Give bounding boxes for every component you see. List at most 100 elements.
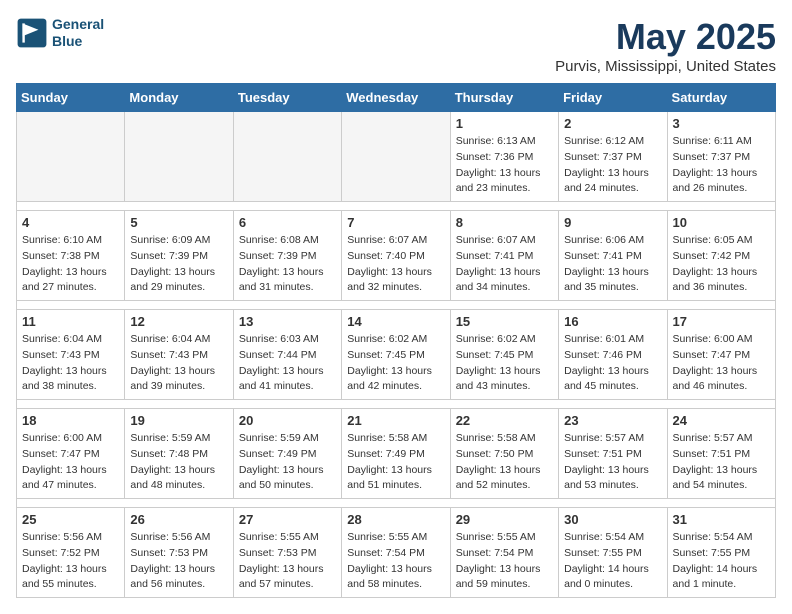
week-row-2: 4 Sunrise: 6:10 AMSunset: 7:38 PMDaylight… — [17, 211, 776, 301]
logo-text: General Blue — [52, 16, 104, 50]
day-info: Sunrise: 5:54 AMSunset: 7:55 PMDaylight:… — [564, 530, 661, 593]
day-info: Sunrise: 5:57 AMSunset: 7:51 PMDaylight:… — [673, 431, 770, 494]
day-number: 26 — [130, 512, 227, 527]
day-info: Sunrise: 5:59 AMSunset: 7:48 PMDaylight:… — [130, 431, 227, 494]
calendar-table: SundayMondayTuesdayWednesdayThursdayFrid… — [16, 83, 776, 598]
day-info: Sunrise: 6:10 AMSunset: 7:38 PMDaylight:… — [22, 233, 119, 296]
logo-line1: General — [52, 16, 104, 33]
separator-cell — [17, 400, 776, 409]
week-separator — [17, 400, 776, 409]
day-info: Sunrise: 5:57 AMSunset: 7:51 PMDaylight:… — [564, 431, 661, 494]
day-info: Sunrise: 6:12 AMSunset: 7:37 PMDaylight:… — [564, 134, 661, 197]
day-number: 31 — [673, 512, 770, 527]
logo: General Blue — [16, 16, 104, 50]
day-number: 18 — [22, 413, 119, 428]
day-number: 15 — [456, 314, 553, 329]
day-number: 23 — [564, 413, 661, 428]
day-info: Sunrise: 6:08 AMSunset: 7:39 PMDaylight:… — [239, 233, 336, 296]
calendar-cell: 12Sunrise: 6:04 AMSunset: 7:43 PMDayligh… — [125, 310, 233, 400]
week-separator — [17, 499, 776, 508]
weekday-header-thursday: Thursday — [450, 84, 558, 112]
calendar-cell: 24 Sunrise: 5:57 AMSunset: 7:51 PMDayligh… — [667, 409, 775, 499]
calendar-cell: 30 Sunrise: 5:54 AMSunset: 7:55 PMDayligh… — [559, 508, 667, 598]
day-number: 8 — [456, 215, 553, 230]
day-number: 9 — [564, 215, 661, 230]
day-info: Sunrise: 6:06 AMSunset: 7:41 PMDaylight:… — [564, 233, 661, 296]
calendar-cell: 17Sunrise: 6:00 AMSunset: 7:47 PMDayligh… — [667, 310, 775, 400]
day-info: Sunrise: 6:13 AMSunset: 7:36 PMDaylight:… — [456, 134, 553, 197]
calendar-cell — [17, 112, 125, 202]
weekday-header-tuesday: Tuesday — [233, 84, 341, 112]
calendar-cell: 27Sunrise: 5:55 AMSunset: 7:53 PMDayligh… — [233, 508, 341, 598]
separator-cell — [17, 301, 776, 310]
day-info: Sunrise: 6:02 AMSunset: 7:45 PMDaylight:… — [347, 332, 444, 395]
day-number: 30 — [564, 512, 661, 527]
calendar-cell: 14 Sunrise: 6:02 AMSunset: 7:45 PMDayligh… — [342, 310, 450, 400]
calendar-cell: 19Sunrise: 5:59 AMSunset: 7:48 PMDayligh… — [125, 409, 233, 499]
day-number: 6 — [239, 215, 336, 230]
weekday-header-friday: Friday — [559, 84, 667, 112]
day-number: 21 — [347, 413, 444, 428]
day-info: Sunrise: 6:01 AMSunset: 7:46 PMDaylight:… — [564, 332, 661, 395]
day-number: 22 — [456, 413, 553, 428]
day-info: Sunrise: 6:07 AMSunset: 7:40 PMDaylight:… — [347, 233, 444, 296]
calendar-cell: 28Sunrise: 5:55 AMSunset: 7:54 PMDayligh… — [342, 508, 450, 598]
week-separator — [17, 202, 776, 211]
day-info: Sunrise: 5:55 AMSunset: 7:54 PMDaylight:… — [347, 530, 444, 593]
calendar-cell: 26Sunrise: 5:56 AMSunset: 7:53 PMDayligh… — [125, 508, 233, 598]
calendar-cell: 6 Sunrise: 6:08 AMSunset: 7:39 PMDaylight… — [233, 211, 341, 301]
calendar-cell: 21 Sunrise: 5:58 AMSunset: 7:49 PMDayligh… — [342, 409, 450, 499]
day-number: 5 — [130, 215, 227, 230]
day-number: 12 — [130, 314, 227, 329]
weekday-header-wednesday: Wednesday — [342, 84, 450, 112]
day-number: 7 — [347, 215, 444, 230]
day-info: Sunrise: 6:05 AMSunset: 7:42 PMDaylight:… — [673, 233, 770, 296]
day-info: Sunrise: 5:58 AMSunset: 7:50 PMDaylight:… — [456, 431, 553, 494]
calendar-cell: 9 Sunrise: 6:06 AMSunset: 7:41 PMDaylight… — [559, 211, 667, 301]
header: General Blue May 2025 Purvis, Mississipp… — [16, 16, 776, 75]
calendar-cell: 7 Sunrise: 6:07 AMSunset: 7:40 PMDaylight… — [342, 211, 450, 301]
day-number: 3 — [673, 116, 770, 131]
calendar-cell: 2 Sunrise: 6:12 AMSunset: 7:37 PMDaylight… — [559, 112, 667, 202]
day-number: 14 — [347, 314, 444, 329]
day-number: 24 — [673, 413, 770, 428]
calendar-title: May 2025 — [555, 16, 776, 58]
day-info: Sunrise: 6:09 AMSunset: 7:39 PMDaylight:… — [130, 233, 227, 296]
calendar-cell: 31Sunrise: 5:54 AMSunset: 7:55 PMDayligh… — [667, 508, 775, 598]
day-number: 29 — [456, 512, 553, 527]
logo-line2: Blue — [52, 33, 104, 50]
day-number: 11 — [22, 314, 119, 329]
separator-cell — [17, 202, 776, 211]
day-number: 27 — [239, 512, 336, 527]
title-area: May 2025 Purvis, Mississippi, United Sta… — [555, 16, 776, 75]
calendar-cell: 1 Sunrise: 6:13 AMSunset: 7:36 PMDaylight… — [450, 112, 558, 202]
day-number: 10 — [673, 215, 770, 230]
weekday-header-row: SundayMondayTuesdayWednesdayThursdayFrid… — [17, 84, 776, 112]
separator-cell — [17, 499, 776, 508]
week-row-5: 25Sunrise: 5:56 AMSunset: 7:52 PMDayligh… — [17, 508, 776, 598]
calendar-cell — [233, 112, 341, 202]
day-info: Sunrise: 5:58 AMSunset: 7:49 PMDaylight:… — [347, 431, 444, 494]
day-info: Sunrise: 6:00 AMSunset: 7:47 PMDaylight:… — [673, 332, 770, 395]
day-number: 20 — [239, 413, 336, 428]
day-info: Sunrise: 6:03 AMSunset: 7:44 PMDaylight:… — [239, 332, 336, 395]
day-info: Sunrise: 6:00 AMSunset: 7:47 PMDaylight:… — [22, 431, 119, 494]
day-number: 4 — [22, 215, 119, 230]
calendar-subtitle: Purvis, Mississippi, United States — [555, 58, 776, 75]
calendar-cell: 29Sunrise: 5:55 AMSunset: 7:54 PMDayligh… — [450, 508, 558, 598]
weekday-header-sunday: Sunday — [17, 84, 125, 112]
day-info: Sunrise: 6:02 AMSunset: 7:45 PMDaylight:… — [456, 332, 553, 395]
calendar-cell: 23 Sunrise: 5:57 AMSunset: 7:51 PMDayligh… — [559, 409, 667, 499]
calendar-cell — [342, 112, 450, 202]
weekday-header-monday: Monday — [125, 84, 233, 112]
calendar-cell: 18 Sunrise: 6:00 AMSunset: 7:47 PMDayligh… — [17, 409, 125, 499]
calendar-cell — [125, 112, 233, 202]
day-number: 2 — [564, 116, 661, 131]
day-number: 13 — [239, 314, 336, 329]
calendar-cell: 22 Sunrise: 5:58 AMSunset: 7:50 PMDayligh… — [450, 409, 558, 499]
day-number: 1 — [456, 116, 553, 131]
week-row-4: 18 Sunrise: 6:00 AMSunset: 7:47 PMDayligh… — [17, 409, 776, 499]
week-row-1: 1 Sunrise: 6:13 AMSunset: 7:36 PMDaylight… — [17, 112, 776, 202]
day-number: 16 — [564, 314, 661, 329]
week-separator — [17, 301, 776, 310]
